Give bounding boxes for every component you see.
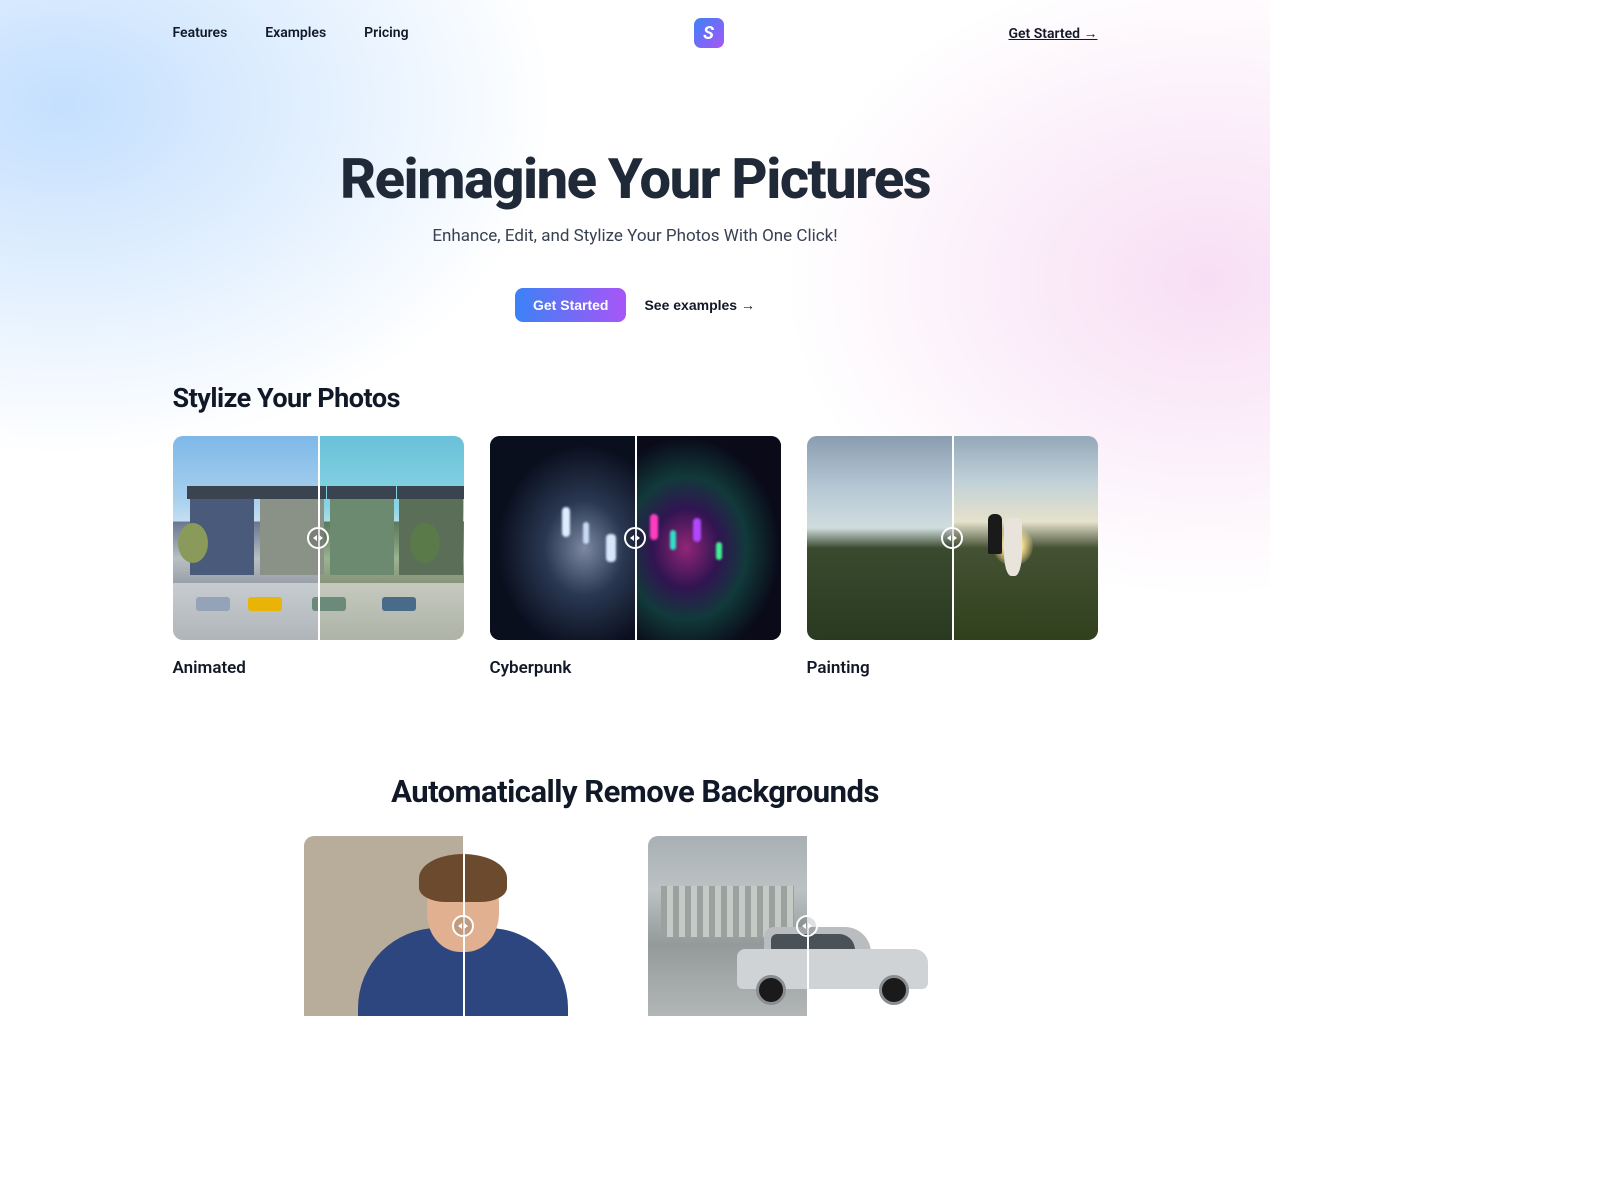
slider-icon[interactable] <box>452 915 474 937</box>
bg-card-person[interactable] <box>304 836 622 1016</box>
bg-card-car[interactable] <box>648 836 966 1016</box>
card-label: Cyberpunk <box>490 658 781 678</box>
stylize-cards: Animated Cyberpunk <box>173 436 1098 678</box>
nav-get-started[interactable]: Get Started → <box>1008 25 1097 42</box>
nav-examples[interactable]: Examples <box>265 25 326 41</box>
slider-icon[interactable] <box>941 527 963 549</box>
see-examples-button[interactable]: See examples → <box>644 297 755 313</box>
nav-pricing[interactable]: Pricing <box>364 25 408 41</box>
header: Features Examples Pricing S Get Started … <box>173 0 1098 66</box>
card-painting[interactable]: Painting <box>807 436 1098 678</box>
background-cards <box>173 836 1098 1016</box>
card-label: Animated <box>173 658 464 678</box>
hero: Reimagine Your Pictures Enhance, Edit, a… <box>173 66 1098 362</box>
comparison-image <box>807 436 1098 640</box>
comparison-image <box>173 436 464 640</box>
stylize-section: Stylize Your Photos <box>173 362 1098 678</box>
card-animated[interactable]: Animated <box>173 436 464 678</box>
card-cyberpunk[interactable]: Cyberpunk <box>490 436 781 678</box>
comparison-image <box>490 436 781 640</box>
hero-title: Reimagine Your Pictures <box>173 146 1098 212</box>
card-label: Painting <box>807 658 1098 678</box>
nav-features[interactable]: Features <box>173 25 228 41</box>
slider-icon[interactable] <box>624 527 646 549</box>
hero-buttons: Get Started See examples → <box>173 288 1098 322</box>
hero-subtitle: Enhance, Edit, and Stylize Your Photos W… <box>173 226 1098 246</box>
get-started-button[interactable]: Get Started <box>515 288 626 322</box>
slider-icon[interactable] <box>307 527 329 549</box>
nav-left: Features Examples Pricing <box>173 25 409 41</box>
slider-icon[interactable] <box>796 915 818 937</box>
backgrounds-section: Automatically Remove Backgrounds <box>173 678 1098 1016</box>
backgrounds-title: Automatically Remove Backgrounds <box>173 773 1098 810</box>
logo-icon[interactable]: S <box>694 18 724 48</box>
stylize-title: Stylize Your Photos <box>173 382 1098 414</box>
